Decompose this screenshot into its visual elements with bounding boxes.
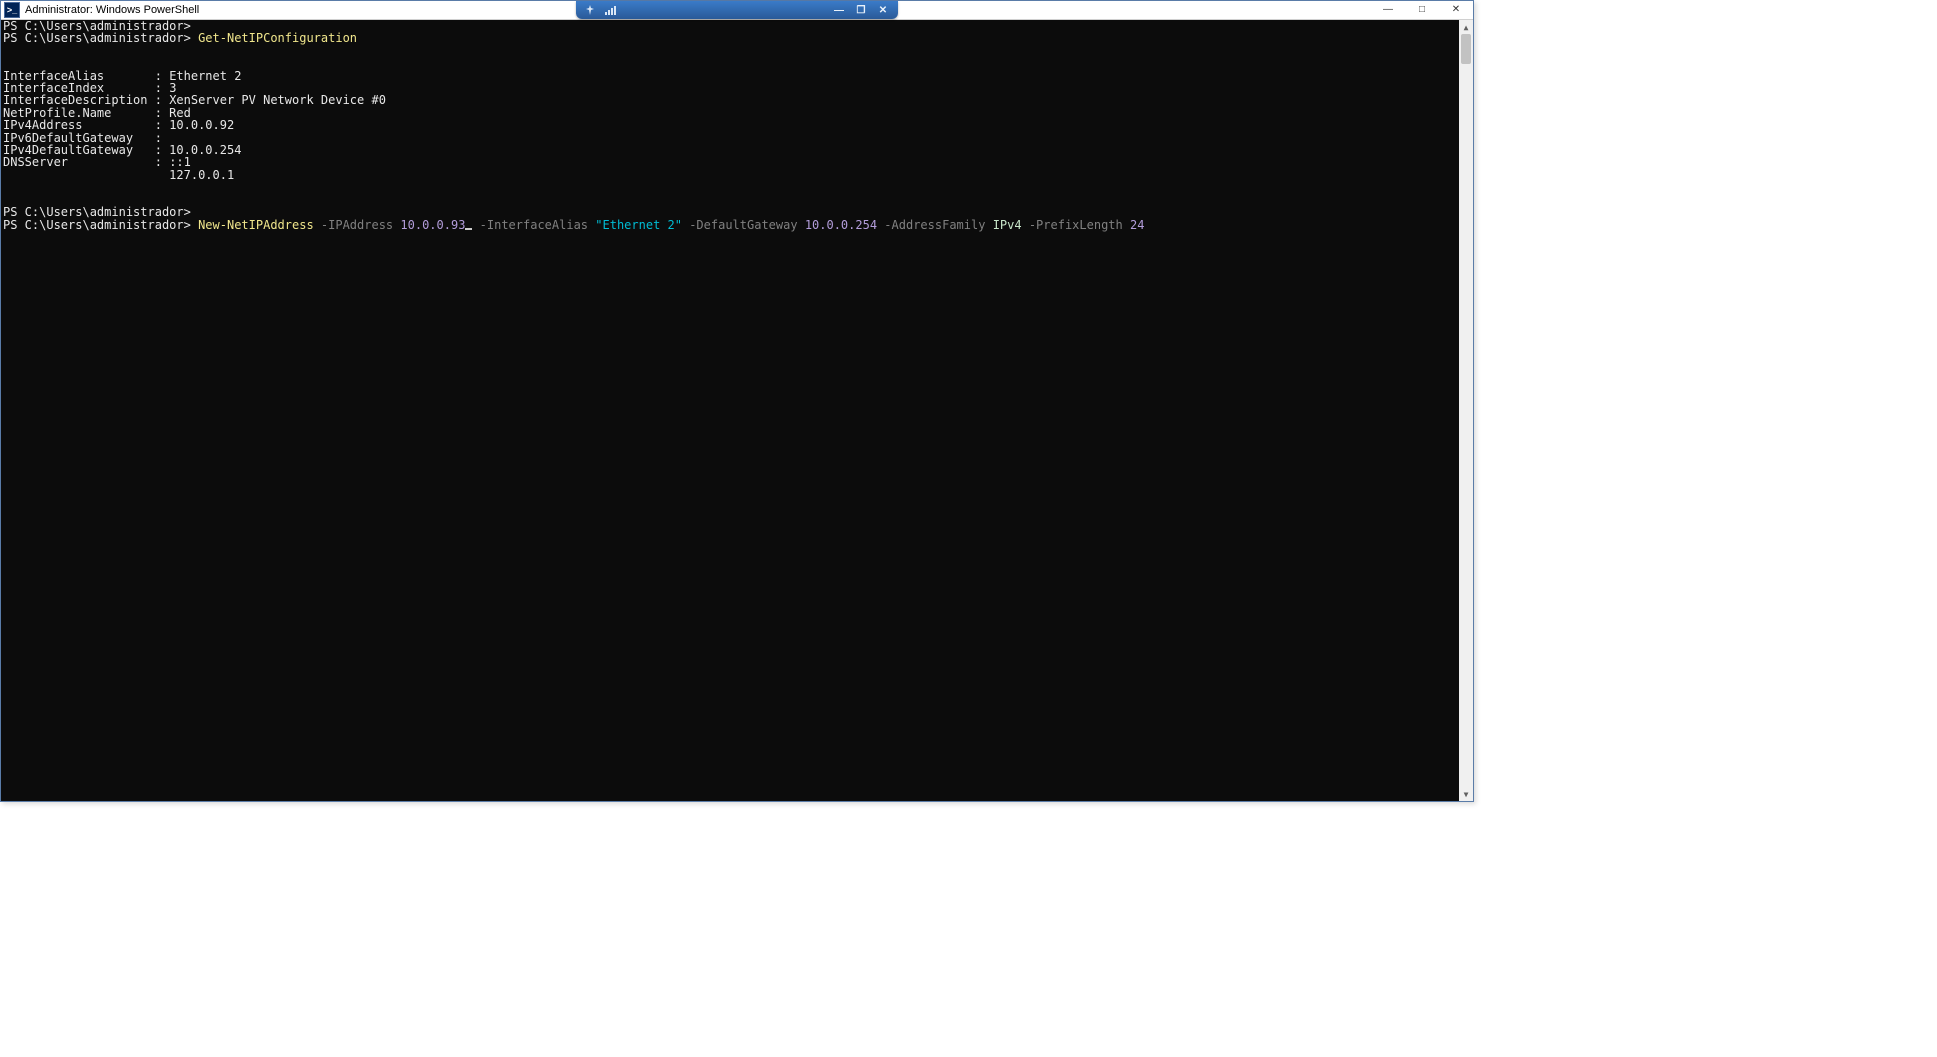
scroll-down-button[interactable]: ▼ [1459, 787, 1473, 801]
terminal[interactable]: PS C:\Users\administrador> PS C:\Users\a… [1, 20, 1459, 801]
powershell-icon: >_ [4, 2, 20, 18]
cmdlet: New-NetIPAddress [198, 218, 314, 232]
value: 24 [1130, 218, 1144, 232]
scroll-up-button[interactable]: ▲ [1459, 20, 1473, 34]
rdp-minimize-button[interactable]: — [832, 4, 846, 16]
window-title: Administrator: Windows PowerShell [25, 4, 199, 16]
param: -IPAddress [321, 218, 393, 232]
value: 10.0.0.93 [400, 218, 465, 232]
rdp-connection-bar[interactable]: — ❐ ✕ [576, 1, 898, 19]
signal-icon [604, 4, 616, 16]
output-line: 127.0.0.1 [3, 168, 234, 182]
scroll-thumb[interactable] [1461, 34, 1471, 64]
cursor-icon [465, 228, 472, 230]
maximize-button[interactable]: □ [1405, 1, 1439, 18]
value: "Ethernet 2" [595, 218, 682, 232]
param: -InterfaceAlias [480, 218, 588, 232]
param: -AddressFamily [884, 218, 985, 232]
value: IPv4 [993, 218, 1022, 232]
value: 10.0.0.254 [805, 218, 877, 232]
titlebar[interactable]: >_ Administrator: Windows PowerShell — ❐… [1, 1, 1473, 20]
cmdlet: Get-NetIPConfiguration [198, 31, 357, 45]
param: -PrefixLength [1029, 218, 1123, 232]
pin-icon[interactable] [584, 4, 596, 16]
ps-icon-glyph: >_ [7, 5, 17, 15]
vertical-scrollbar[interactable]: ▲ ▼ [1459, 20, 1473, 801]
rdp-restore-button[interactable]: ❐ [854, 4, 868, 16]
close-button[interactable]: ✕ [1439, 1, 1473, 18]
powershell-window: >_ Administrator: Windows PowerShell — ❐… [0, 0, 1474, 802]
window-controls: — □ ✕ [1371, 1, 1473, 19]
minimize-button[interactable]: — [1371, 1, 1405, 18]
prompt-line: PS C:\Users\administrador> [3, 31, 198, 45]
prompt-line: PS C:\Users\administrador> [3, 218, 198, 232]
rdp-close-button[interactable]: ✕ [876, 4, 890, 16]
console-wrap: PS C:\Users\administrador> PS C:\Users\a… [1, 20, 1473, 801]
param: -DefaultGateway [689, 218, 797, 232]
